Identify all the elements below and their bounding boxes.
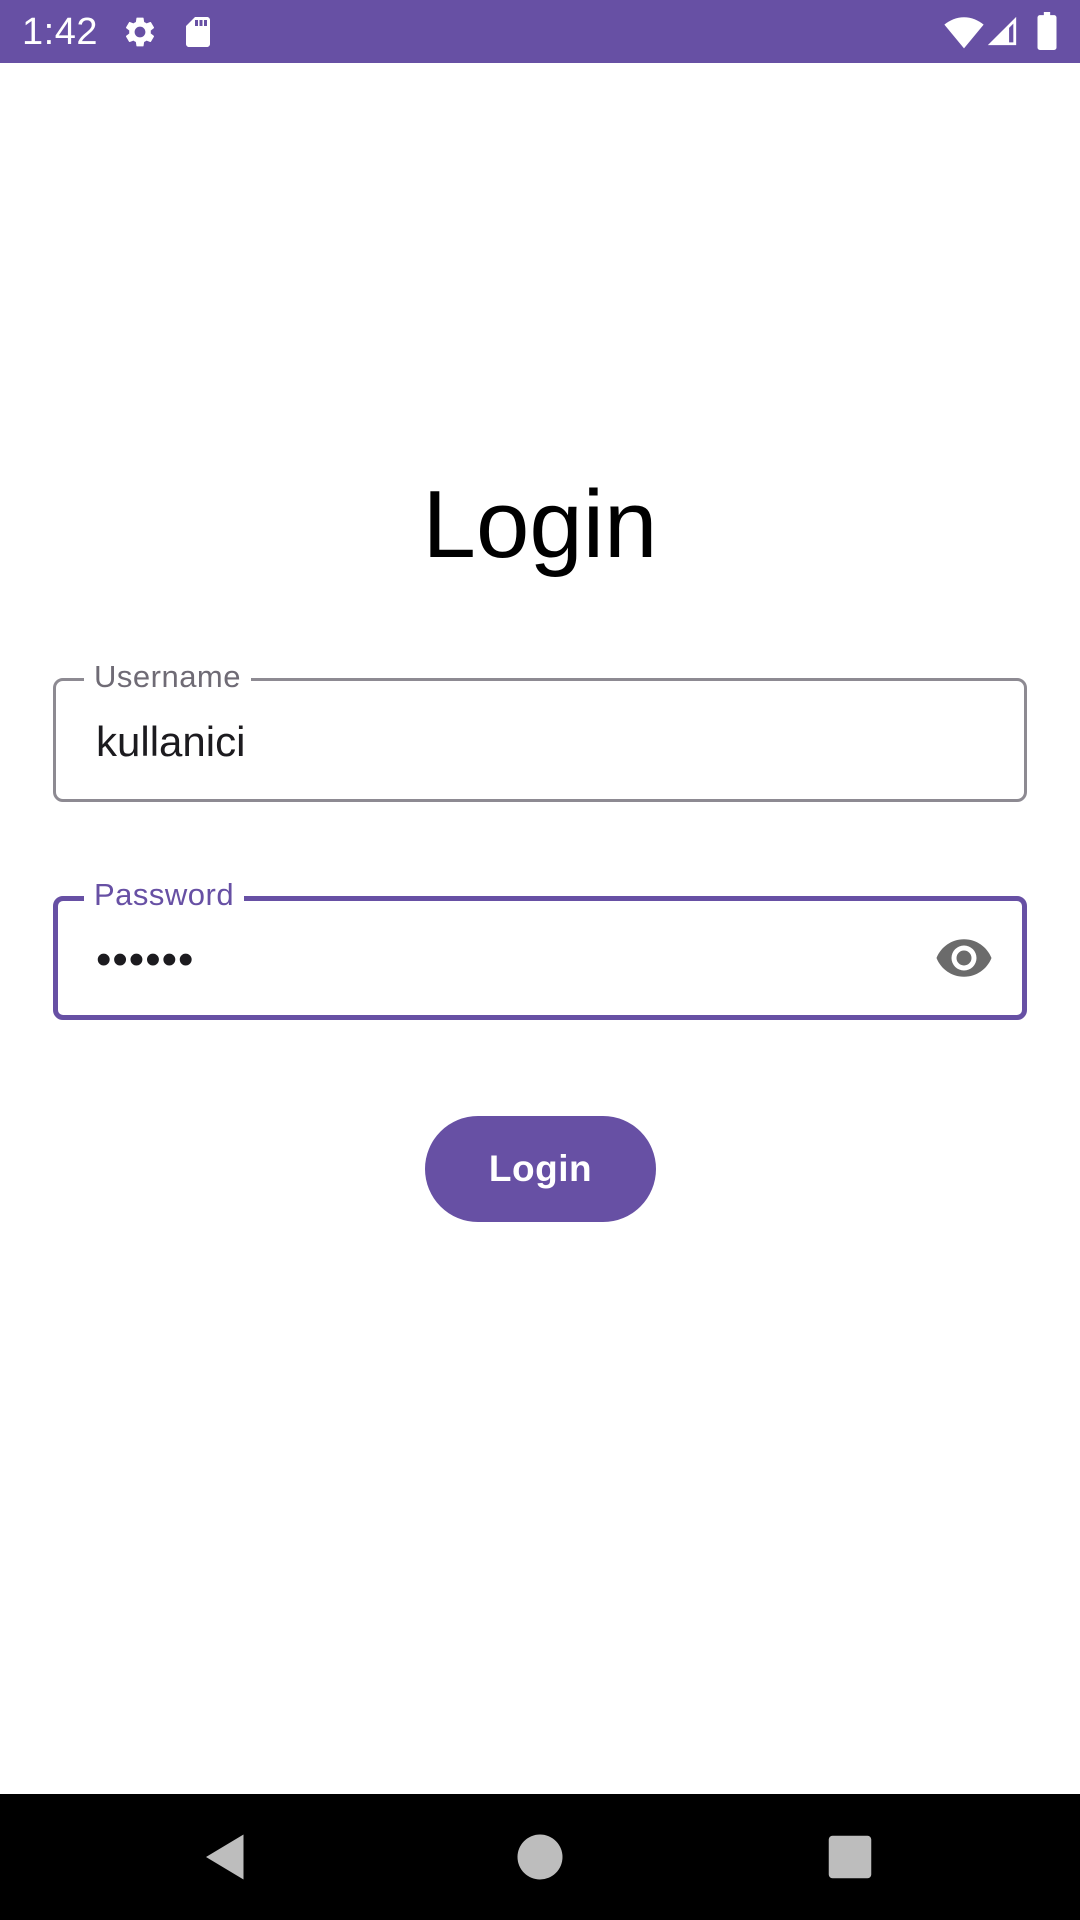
eye-icon[interactable] (934, 933, 994, 983)
username-input[interactable]: kullanici (96, 717, 245, 767)
recents-icon[interactable] (820, 1827, 880, 1887)
status-time: 1:42 (22, 11, 98, 53)
back-icon[interactable] (196, 1827, 256, 1887)
sd-card-icon (180, 14, 216, 50)
wifi-signal-icon (944, 14, 984, 50)
cellular-signal-icon (985, 14, 1019, 48)
username-field[interactable]: Username kullanici (53, 659, 1027, 802)
status-bar: 1:42 (0, 0, 1080, 63)
password-label: Password (84, 877, 245, 913)
password-input[interactable]: •••••• (96, 935, 194, 985)
navigation-bar (0, 1794, 1080, 1920)
home-icon[interactable] (510, 1827, 570, 1887)
settings-gear-icon (122, 14, 158, 50)
username-label: Username (84, 659, 251, 695)
page-title: Login (422, 471, 658, 578)
battery-icon (1034, 12, 1060, 50)
login-button[interactable]: Login (425, 1116, 656, 1222)
password-field[interactable]: Password •••••• (53, 877, 1027, 1020)
